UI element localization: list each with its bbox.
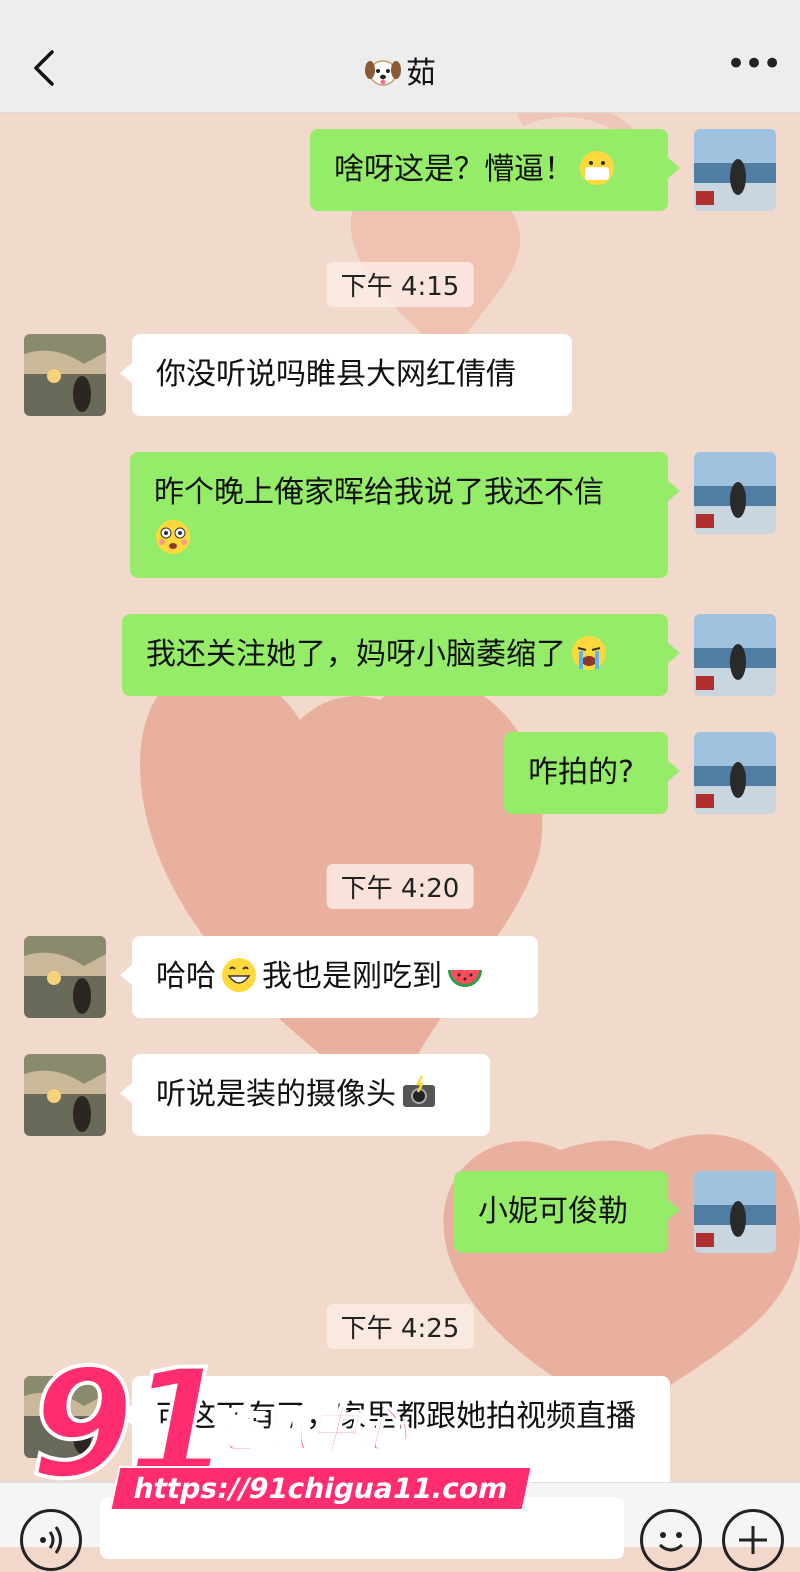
message-row-incoming: 你没听说吗睢县大网红倩倩: [0, 334, 800, 416]
message-text: 小妮可俊勒: [478, 1194, 628, 1229]
top-bar: 茹 •••: [0, 0, 800, 113]
message-row-outgoing: 我还关注她了，妈呀小脑萎缩了: [0, 614, 800, 696]
message-text: 哈哈: [156, 959, 216, 994]
crying-face-emoji: [572, 636, 606, 670]
message-bubble[interactable]: 你没听说吗睢县大网红倩倩: [120, 334, 572, 416]
timestamp: 下午 4:15: [326, 262, 474, 307]
message-bubble[interactable]: 昨个晚上俺家晖给我说了我还不信: [130, 452, 680, 578]
more-functions-button[interactable]: [722, 1509, 784, 1571]
message-bubble[interactable]: 听说是装的摄像头: [120, 1054, 490, 1136]
message-bubble[interactable]: 小妮可俊勒: [454, 1171, 680, 1253]
watermelon-emoji: [448, 970, 482, 987]
flushed-face-emoji: [156, 520, 190, 554]
avatar-contact[interactable]: [24, 334, 106, 416]
avatar-contact[interactable]: [24, 1054, 106, 1136]
message-row-outgoing: 啥呀这是？懵逼！: [0, 129, 800, 211]
message-bubble[interactable]: 啥呀这是？懵逼！: [310, 129, 680, 211]
message-text: 啥呀这是？懵逼！: [334, 152, 574, 187]
message-text: 听说是装的摄像头: [156, 1077, 396, 1112]
more-options-button[interactable]: •••: [726, 47, 782, 86]
message-text: 我还关注她了，妈呀小脑萎缩了: [146, 637, 566, 672]
avatar-self[interactable]: [694, 452, 776, 534]
message-bubble[interactable]: 哈哈 我也是刚吃到: [120, 936, 538, 1018]
timestamp: 下午 4:20: [326, 864, 474, 909]
message-row-incoming: 哈哈 我也是刚吃到: [0, 936, 800, 1018]
avatar-self[interactable]: [694, 732, 776, 814]
message-text: 昨个晚上俺家晖给我说了我还不信: [154, 475, 604, 510]
watermark-url: https://91chigua11.com: [109, 1466, 533, 1511]
grinning-face-emoji: [222, 958, 256, 992]
message-text: 我也是刚吃到: [262, 959, 442, 994]
avatar-self[interactable]: [694, 129, 776, 211]
message-row-outgoing: 咋拍的?: [0, 732, 800, 814]
plus-circle-icon: [739, 1526, 767, 1554]
watermark: 91 吃瓜中心 https://91chigua11.com: [28, 1348, 533, 1546]
message-row-outgoing: 昨个晚上俺家晖给我说了我还不信: [0, 452, 800, 578]
message-text: 咋拍的?: [528, 755, 634, 790]
camera-flash-emoji: [403, 1075, 435, 1107]
avatar-self[interactable]: [694, 1171, 776, 1253]
avatar-contact[interactable]: [24, 936, 106, 1018]
message-list[interactable]: 啥呀这是？懵逼！ 下午 4:15 你没听说吗睢县大网红倩倩 昨个晚上俺家晖给我说…: [0, 112, 800, 1502]
message-bubble[interactable]: 我还关注她了，妈呀小脑萎缩了: [122, 614, 680, 696]
timestamp: 下午 4:25: [326, 1304, 474, 1349]
more-horizontal-icon: •••: [726, 44, 782, 84]
dog-face-icon: [365, 60, 401, 86]
mask-face-emoji: [580, 151, 614, 185]
message-row-incoming: 听说是装的摄像头: [0, 1054, 800, 1136]
message-row-outgoing: 小妮可俊勒: [0, 1171, 800, 1253]
message-bubble[interactable]: 咋拍的?: [504, 732, 680, 814]
message-text: 你没听说吗睢县大网红倩倩: [156, 357, 516, 392]
chat-title-text: 茹: [406, 56, 436, 91]
avatar-self[interactable]: [694, 614, 776, 696]
smiley-icon: [658, 1532, 684, 1552]
chat-title: 茹: [0, 48, 800, 92]
watermark-brand: 吃瓜中心: [207, 1400, 409, 1460]
emoji-button[interactable]: [640, 1509, 702, 1571]
